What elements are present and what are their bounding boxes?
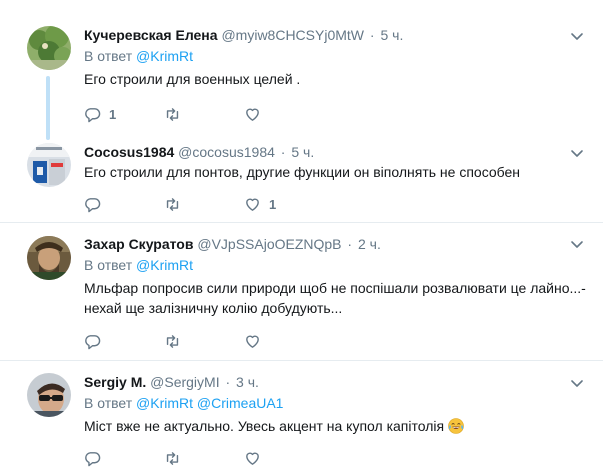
tweet-text: Его строили для понтов, другие функции о…: [84, 164, 521, 180]
reply-icon: [85, 107, 101, 122]
retweet-icon: [166, 334, 179, 348]
chevron-down-icon[interactable]: [569, 28, 585, 44]
like-button[interactable]: [244, 105, 269, 123]
tweet-1[interactable]: Кучеревская Елена @myiw8CHCSYj0MtW · 5 ч…: [0, 0, 603, 140]
retweet-button[interactable]: [164, 105, 189, 123]
chevron-down-icon[interactable]: [569, 375, 585, 391]
reply-to-link[interactable]: @CrimeaUA1: [197, 395, 284, 411]
author-handle[interactable]: @SergiyMI: [150, 374, 219, 390]
retweet-button[interactable]: [164, 332, 189, 350]
reply-to-link[interactable]: @KrimRt: [136, 48, 193, 64]
tweet-4[interactable]: Sergiy M. @SergiyMI · 3 ч. В ответ @Krim…: [0, 361, 603, 469]
tweet-text: Міст вже не актуально. Увесь акцент на к…: [84, 417, 589, 436]
reply-icon: [85, 451, 101, 466]
reply-icon: [85, 197, 101, 212]
like-button[interactable]: [244, 332, 269, 350]
author-name[interactable]: Sergiy M.: [84, 374, 146, 390]
separator-dot: ·: [369, 27, 375, 43]
reply-to-link[interactable]: @KrimRt: [136, 257, 193, 273]
avatar[interactable]: [27, 143, 71, 187]
tweet-text: Его строили для военных целей .: [84, 71, 301, 87]
timestamp[interactable]: 2 ч.: [358, 236, 381, 252]
separator-dot: ·: [225, 374, 231, 390]
reply-to-line: В ответ @KrimRt @CrimeaUA1: [84, 394, 589, 412]
reply-icon: [85, 334, 101, 349]
reply-button[interactable]: [84, 449, 109, 467]
reply-count: 1: [109, 106, 117, 122]
like-count: 1: [269, 196, 277, 212]
reply-to-line: В ответ @KrimRt: [84, 47, 589, 65]
tweet-3[interactable]: Захар Скуратов @VJpSSAjoOEZNQpB · 2 ч. В…: [0, 223, 603, 360]
heart-icon: [246, 335, 259, 348]
like-button[interactable]: [244, 449, 269, 467]
author-name[interactable]: Захар Скуратов: [84, 236, 193, 252]
tweet-text: Мльфар попросив сили природи щоб не посп…: [84, 279, 589, 318]
retweet-icon: [166, 451, 179, 465]
tweet-2[interactable]: Cocosus1984 @cocosus1984 · 5 ч. Его стро…: [0, 135, 603, 222]
timestamp[interactable]: 5 ч.: [291, 144, 314, 160]
timestamp[interactable]: 5 ч.: [380, 27, 403, 43]
heart-icon: [246, 452, 259, 465]
author-name[interactable]: Cocosus1984: [84, 144, 174, 160]
avatar[interactable]: [27, 236, 71, 280]
reply-to-prefix: В ответ: [84, 395, 133, 411]
tweet-text-body: Міст вже не актуально. Увесь акцент на к…: [84, 418, 445, 434]
timestamp[interactable]: 3 ч.: [236, 374, 259, 390]
separator-dot: ·: [280, 144, 286, 160]
retweet-button[interactable]: [164, 195, 189, 213]
reply-button[interactable]: [84, 195, 109, 213]
tweet-text-line: нехай ще залізничну колію добудують...: [84, 300, 343, 316]
separator-dot: ·: [347, 236, 353, 252]
tweet-text-line: Мльфар попросив сили природи щоб не посп…: [84, 280, 586, 296]
heart-icon: [246, 108, 259, 121]
like-button[interactable]: 1: [244, 195, 276, 213]
author-handle[interactable]: @cocosus1984: [178, 144, 275, 160]
retweet-icon: [166, 197, 179, 211]
chevron-down-icon[interactable]: [569, 145, 585, 161]
reply-to-link[interactable]: @KrimRt: [136, 395, 193, 411]
author-name[interactable]: Кучеревская Елена: [84, 27, 218, 43]
retweet-button[interactable]: [164, 449, 189, 467]
reply-button[interactable]: 1: [84, 105, 116, 123]
avatar[interactable]: [27, 373, 71, 417]
reply-to-prefix: В ответ: [84, 48, 133, 64]
author-handle[interactable]: @VJpSSAjoOEZNQpB: [197, 236, 341, 252]
thread-line: [46, 76, 50, 140]
heart-icon: [246, 198, 259, 211]
retweet-icon: [166, 107, 179, 121]
author-handle[interactable]: @myiw8CHCSYj0MtW: [221, 27, 364, 43]
reply-to-prefix: В ответ: [84, 257, 133, 273]
face-with-tears-of-joy-icon: [448, 418, 464, 434]
chevron-down-icon[interactable]: [569, 236, 585, 252]
reply-to-line: В ответ @KrimRt: [84, 256, 589, 274]
avatar[interactable]: [27, 26, 71, 70]
reply-button[interactable]: [84, 332, 109, 350]
